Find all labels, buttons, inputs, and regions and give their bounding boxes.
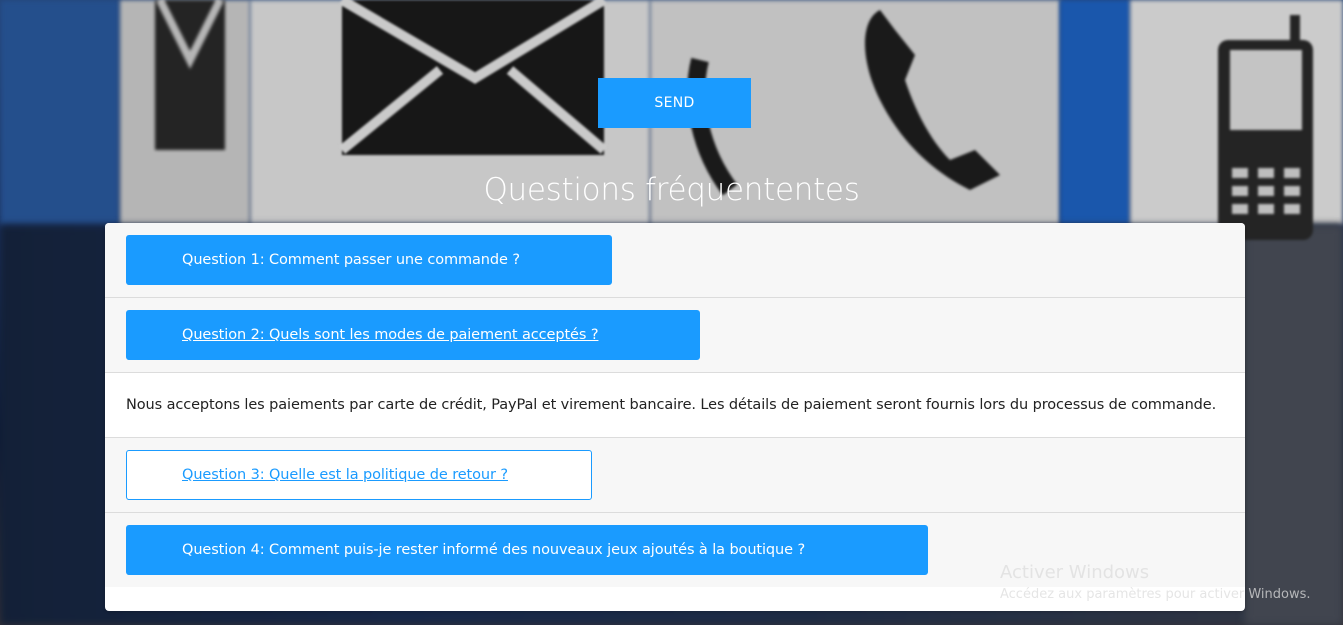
send-button[interactable]: SEND	[598, 78, 751, 128]
faq-question-4-label: Question 4: Comment puis-je rester infor…	[182, 542, 806, 558]
faq-question-2-label: Question 2: Quels sont les modes de paie…	[182, 327, 599, 343]
faq-question-1-label: Question 1: Comment passer une commande …	[182, 252, 520, 268]
faq-question-2-button[interactable]: Question 2: Quels sont les modes de paie…	[126, 310, 700, 360]
faq-question-1-button[interactable]: Question 1: Comment passer une commande …	[126, 235, 612, 285]
faq-accordion: Question 1: Comment passer une commande …	[105, 223, 1245, 611]
faq-item-2: Question 2: Quels sont les modes de paie…	[105, 298, 1245, 373]
faq-title: Questions fréquententes	[483, 172, 860, 208]
faq-answer-2: Nous acceptons les paiements par carte d…	[105, 373, 1245, 438]
faq-item-1: Question 1: Comment passer une commande …	[105, 223, 1245, 298]
faq-question-3-button[interactable]: Question 3: Quelle est la politique de r…	[126, 450, 592, 500]
faq-item-3: Question 3: Quelle est la politique de r…	[105, 438, 1245, 513]
faq-question-4-button[interactable]: Question 4: Comment puis-je rester infor…	[126, 525, 928, 575]
faq-question-3-label: Question 3: Quelle est la politique de r…	[182, 467, 508, 483]
faq-item-4: Question 4: Comment puis-je rester infor…	[105, 513, 1245, 587]
